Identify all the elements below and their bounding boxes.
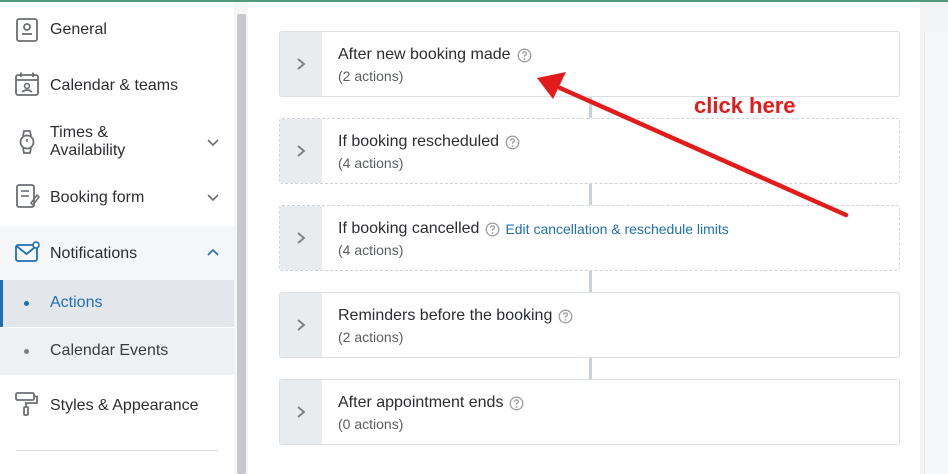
calendar-icon xyxy=(15,72,39,96)
sidebar-item-label: Calendar & teams xyxy=(50,77,179,94)
form-icon xyxy=(16,184,40,208)
action-group-card[interactable]: If booking cancelled Edit cancellation &… xyxy=(279,205,900,271)
watch-icon xyxy=(19,130,35,154)
active-indicator xyxy=(0,280,3,327)
expand-toggle[interactable] xyxy=(280,206,322,270)
chevron-right-icon xyxy=(297,58,306,70)
right-panel-edge xyxy=(924,32,948,474)
timeline-connector xyxy=(589,184,592,206)
sidebar-item-calendar-teams[interactable]: Calendar & teams xyxy=(0,64,234,104)
action-count: (2 actions) xyxy=(338,68,404,84)
action-count: (4 actions) xyxy=(338,155,404,171)
sidebar-item-times-availability[interactable]: Times & Availability xyxy=(0,120,234,164)
chevron-right-icon xyxy=(297,145,306,157)
expand-toggle[interactable] xyxy=(280,380,322,444)
card-title: Reminders before the booking xyxy=(338,307,553,324)
sidebar-divider xyxy=(16,450,218,451)
timeline-connector xyxy=(589,271,592,293)
bullet-dot xyxy=(24,301,29,306)
sidebar-subitem-label: Actions xyxy=(50,294,103,311)
chevron-right-icon xyxy=(297,406,306,418)
card-title: If booking cancelled xyxy=(338,220,480,237)
card-title: If booking rescheduled xyxy=(338,133,499,150)
help-icon[interactable] xyxy=(517,48,532,63)
action-group-card[interactable]: Reminders before the booking (2 actions) xyxy=(279,292,900,358)
id-card-icon xyxy=(16,18,38,42)
sidebar-item-label: Notifications xyxy=(50,245,138,262)
help-icon[interactable] xyxy=(558,309,573,324)
sidebar-scrollbar-thumb[interactable] xyxy=(237,14,246,474)
sidebar-subitem-calendar-events[interactable]: Calendar Events xyxy=(0,328,234,375)
action-count: (0 actions) xyxy=(338,416,404,432)
sidebar-item-general[interactable]: General xyxy=(0,10,234,50)
sidebar-item-styles-appearance[interactable]: Styles & Appearance xyxy=(0,384,234,424)
action-group-card[interactable]: If booking rescheduled (4 actions) xyxy=(279,118,900,184)
help-icon[interactable] xyxy=(505,135,520,150)
expand-toggle[interactable] xyxy=(280,293,322,357)
timeline-connector xyxy=(589,358,592,380)
action-count: (4 actions) xyxy=(338,242,404,258)
chevron-down-icon xyxy=(207,194,219,202)
card-title: After appointment ends xyxy=(338,394,504,411)
annotation-text: click here xyxy=(694,93,796,118)
chevron-down-icon xyxy=(207,139,219,147)
card-title: After new booking made xyxy=(338,46,511,63)
sidebar-item-label: Times & xyxy=(50,124,109,141)
chevron-up-icon xyxy=(207,248,219,256)
help-icon[interactable] xyxy=(509,396,524,411)
sidebar-subitem-actions[interactable]: Actions xyxy=(0,280,234,327)
settings-sidebar: General Calendar & teams Times & Availab… xyxy=(0,2,234,474)
action-count: (2 actions) xyxy=(338,329,404,345)
bullet-dot xyxy=(24,349,29,354)
sidebar-item-booking-form[interactable]: Booking form xyxy=(0,176,234,216)
action-group-card[interactable]: After new booking made (2 actions) xyxy=(279,31,900,97)
help-icon[interactable] xyxy=(485,222,500,237)
sidebar-subitem-label: Calendar Events xyxy=(50,342,169,359)
sidebar-item-label: Styles & Appearance xyxy=(50,397,199,414)
action-group-card[interactable]: After appointment ends (0 actions) xyxy=(279,379,900,445)
sidebar-item-label: General xyxy=(50,21,107,38)
chevron-right-icon xyxy=(297,319,306,331)
edit-limits-link[interactable]: Edit cancellation & reschedule limits xyxy=(505,221,728,237)
paint-roller-icon xyxy=(15,392,38,416)
timeline-connector xyxy=(589,97,592,119)
sidebar-item-label-line2: Availability xyxy=(50,142,126,159)
expand-toggle[interactable] xyxy=(280,32,322,96)
expand-toggle[interactable] xyxy=(280,119,322,183)
chevron-right-icon xyxy=(297,232,306,244)
sidebar-item-notifications[interactable]: Notifications xyxy=(0,226,234,280)
envelope-icon xyxy=(15,241,40,262)
sidebar-item-label: Booking form xyxy=(50,189,145,206)
